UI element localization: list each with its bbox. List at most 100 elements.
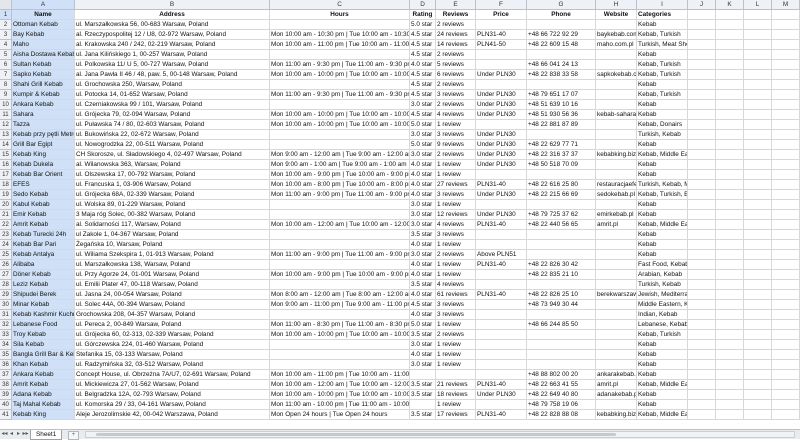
table-cell[interactable] (744, 260, 772, 270)
table-cell[interactable] (772, 90, 800, 100)
table-cell[interactable] (744, 40, 772, 50)
table-cell[interactable]: Turkish, Kebab (637, 130, 688, 140)
table-cell[interactable]: Grill Bar Egipt (12, 140, 75, 150)
table-cell[interactable] (716, 200, 744, 210)
table-cell[interactable]: Kebab (637, 370, 688, 380)
table-cell[interactable] (772, 230, 800, 240)
table-cell[interactable] (744, 110, 772, 120)
table-cell[interactable] (716, 360, 744, 370)
table-cell[interactable] (596, 90, 637, 100)
header-cell-name[interactable]: Name (12, 10, 75, 20)
table-cell[interactable] (270, 240, 410, 250)
table-cell[interactable] (688, 380, 716, 390)
table-cell[interactable]: 4.5 star (410, 110, 436, 120)
table-cell[interactable] (744, 370, 772, 380)
header-cell-price[interactable]: Price (476, 10, 527, 20)
header-cell-empty[interactable] (688, 10, 716, 20)
table-cell[interactable]: Maho (12, 40, 75, 50)
table-cell[interactable]: 1 review (436, 240, 476, 250)
table-cell[interactable] (688, 370, 716, 380)
table-cell[interactable]: Under PLN30 (476, 390, 527, 400)
table-cell[interactable]: al. Rzeczypospolitej 12 / U8, 02-972 War… (75, 30, 270, 40)
table-cell[interactable]: 4.0 star (410, 180, 436, 190)
table-cell[interactable] (688, 110, 716, 120)
table-cell[interactable]: 1 review (436, 320, 476, 330)
table-cell[interactable]: Turkish, Meat Shops (637, 40, 688, 50)
table-cell[interactable] (772, 210, 800, 220)
table-cell[interactable]: Kebab Turecki 24h (12, 230, 75, 240)
table-cell[interactable] (596, 20, 637, 30)
table-cell[interactable]: Kebab, Turkish (637, 60, 688, 70)
table-cell[interactable]: Under PLN30 (476, 90, 527, 100)
table-cell[interactable] (744, 330, 772, 340)
table-cell[interactable] (688, 100, 716, 110)
table-cell[interactable] (688, 340, 716, 350)
table-cell[interactable] (688, 80, 716, 90)
table-cell[interactable] (270, 210, 410, 220)
table-cell[interactable]: 3 Maja róg Solec, 00-382 Warsaw, Poland (75, 210, 270, 220)
table-cell[interactable]: al. Wilanowska 363, Warsaw, Poland (75, 160, 270, 170)
table-cell[interactable]: 4.0 star (410, 240, 436, 250)
table-cell[interactable] (476, 200, 527, 210)
table-cell[interactable]: Kebab (637, 110, 688, 120)
table-cell[interactable]: Kebab (637, 100, 688, 110)
table-cell[interactable]: Under PLN30 (476, 210, 527, 220)
table-cell[interactable] (688, 220, 716, 230)
table-cell[interactable]: ul. Potocka 14, 01-652 Warsaw, Poland (75, 90, 270, 100)
table-cell[interactable]: 3 reviews (436, 310, 476, 320)
table-cell[interactable] (476, 60, 527, 70)
table-cell[interactable] (688, 190, 716, 200)
table-cell[interactable]: Mon 9:00 am - 12:00 am | Tue 9:00 am - 1… (270, 150, 410, 160)
table-cell[interactable] (476, 360, 527, 370)
table-cell[interactable]: +48 22 828 88 08 (527, 410, 596, 420)
table-cell[interactable]: Aleje Jerozolimskie 42, 00-042 Warszawa,… (75, 410, 270, 420)
table-cell[interactable] (716, 210, 744, 220)
table-cell[interactable] (716, 400, 744, 410)
table-cell[interactable] (436, 370, 476, 380)
row-header-20[interactable]: 20 (0, 200, 12, 210)
table-cell[interactable]: 5 reviews (436, 60, 476, 70)
table-cell[interactable] (772, 160, 800, 170)
table-cell[interactable]: Fast Food, Kebab (637, 260, 688, 270)
table-cell[interactable]: baykebab.com (596, 30, 637, 40)
table-cell[interactable]: Kebab, Turkish, Barbeque (637, 190, 688, 200)
table-cell[interactable] (596, 320, 637, 330)
header-cell-hours[interactable]: Hours (270, 10, 410, 20)
row-header-4[interactable]: 4 (0, 40, 12, 50)
table-cell[interactable] (772, 70, 800, 80)
table-cell[interactable]: Mon 10:00 am - 11:00 pm | Tue 10:00 am -… (270, 40, 410, 50)
table-cell[interactable] (270, 310, 410, 320)
table-cell[interactable]: +48 22 215 66 69 (527, 190, 596, 200)
row-header-19[interactable]: 19 (0, 190, 12, 200)
table-cell[interactable]: 4.0 star (410, 310, 436, 320)
table-cell[interactable]: 1 review (436, 350, 476, 360)
table-cell[interactable]: Kebab Bar Orient (12, 170, 75, 180)
table-cell[interactable]: ul. Jana Kilińskiego 1, 00-257 Warsaw, P… (75, 50, 270, 60)
table-cell[interactable] (716, 300, 744, 310)
table-cell[interactable]: Mon 10:00 am - 12:00 am | Tue 10:00 am -… (270, 220, 410, 230)
table-cell[interactable] (270, 260, 410, 270)
table-cell[interactable] (688, 180, 716, 190)
table-cell[interactable] (596, 330, 637, 340)
table-cell[interactable] (744, 190, 772, 200)
table-cell[interactable] (476, 270, 527, 280)
table-cell[interactable] (772, 100, 800, 110)
table-cell[interactable]: CH Skorosze, ul. Sładowskiego 4, 02-497 … (75, 150, 270, 160)
table-cell[interactable]: kebabking.biz/pl (596, 150, 637, 160)
horizontal-scrollbar[interactable] (85, 431, 795, 438)
table-cell[interactable]: adanakebab.pl (596, 390, 637, 400)
table-cell[interactable] (744, 210, 772, 220)
table-cell[interactable] (744, 120, 772, 130)
table-cell[interactable] (716, 380, 744, 390)
table-cell[interactable] (688, 130, 716, 140)
table-cell[interactable] (527, 350, 596, 360)
table-cell[interactable] (716, 320, 744, 330)
table-cell[interactable]: Kebab (637, 210, 688, 220)
table-cell[interactable]: Sahara (12, 110, 75, 120)
table-cell[interactable]: ankarakebab.pl (596, 370, 637, 380)
row-header-18[interactable]: 18 (0, 180, 12, 190)
table-cell[interactable] (772, 360, 800, 370)
table-cell[interactable]: Kebab (637, 170, 688, 180)
row-header-14[interactable]: 14 (0, 140, 12, 150)
header-cell-categories[interactable]: Categories (637, 10, 688, 20)
